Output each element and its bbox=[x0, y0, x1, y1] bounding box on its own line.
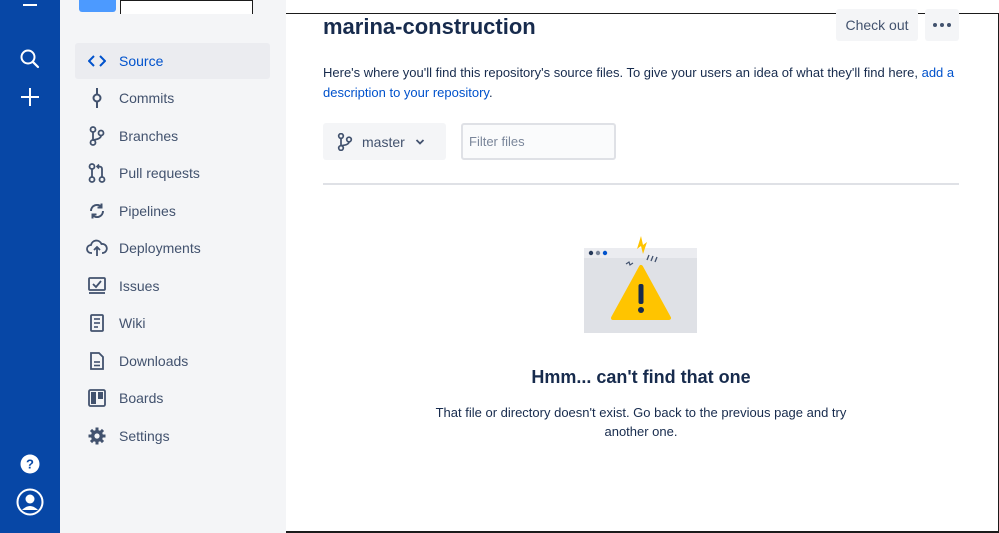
divider bbox=[323, 183, 959, 185]
profile-icon[interactable] bbox=[16, 488, 44, 516]
sidebar-item-branches[interactable]: Branches bbox=[75, 118, 270, 154]
sidebar-item-issues[interactable]: Issues bbox=[75, 268, 270, 304]
sidebar: Source Commits Branches Pull requests Pi… bbox=[60, 0, 286, 533]
sidebar-item-label: Wiki bbox=[119, 315, 146, 331]
help-icon[interactable]: ? bbox=[18, 452, 42, 476]
check-out-button[interactable]: Check out bbox=[836, 9, 918, 41]
sidebar-item-label: Deployments bbox=[119, 240, 201, 256]
sidebar-item-label: Settings bbox=[119, 428, 170, 444]
sidebar-item-label: Commits bbox=[119, 90, 175, 106]
description-end: . bbox=[488, 85, 493, 100]
menu-icon[interactable] bbox=[18, 0, 42, 16]
empty-state-message: That file or directory doesn't exist. Go… bbox=[435, 405, 847, 439]
boards-icon bbox=[75, 389, 119, 407]
sidebar-item-label: Downloads bbox=[119, 353, 189, 369]
cloud-upload-icon bbox=[75, 239, 119, 257]
sidebar-item-pull-requests[interactable]: Pull requests bbox=[75, 155, 270, 191]
filter-files-input[interactable] bbox=[461, 123, 616, 160]
pipelines-icon bbox=[75, 202, 119, 220]
issues-icon bbox=[75, 277, 119, 295]
sidebar-item-wiki[interactable]: Wiki bbox=[75, 305, 270, 341]
sidebar-item-label: Pipelines bbox=[119, 203, 176, 219]
window-tab bbox=[120, 0, 253, 14]
description-text: Here's where you'll find this repository… bbox=[323, 65, 922, 80]
warning-illustration-icon bbox=[584, 236, 697, 333]
main-content: marina-construction Check out Here's whe… bbox=[286, 0, 999, 533]
more-icon bbox=[933, 23, 937, 27]
branch-icon bbox=[337, 132, 353, 151]
repo-description: Here's where you'll find this repository… bbox=[323, 63, 963, 103]
sidebar-item-commits[interactable]: Commits bbox=[75, 80, 270, 116]
code-icon bbox=[75, 54, 119, 68]
plus-icon[interactable] bbox=[18, 85, 42, 109]
sidebar-item-deployments[interactable]: Deployments bbox=[75, 230, 270, 266]
commit-icon bbox=[75, 88, 119, 108]
svg-text:?: ? bbox=[26, 457, 34, 472]
sidebar-item-label: Pull requests bbox=[119, 165, 200, 181]
sidebar-item-label: Issues bbox=[119, 278, 160, 294]
sidebar-item-label: Source bbox=[119, 53, 164, 69]
downloads-icon bbox=[75, 352, 119, 370]
sidebar-item-settings[interactable]: Settings bbox=[75, 418, 270, 454]
sidebar-item-label: Boards bbox=[119, 390, 164, 406]
repo-avatar[interactable] bbox=[79, 0, 116, 12]
page-title: marina-construction bbox=[323, 14, 536, 39]
global-nav: ? bbox=[0, 0, 60, 533]
pull-request-icon bbox=[75, 163, 119, 183]
sidebar-item-downloads[interactable]: Downloads bbox=[75, 343, 270, 379]
branch-selector[interactable]: master bbox=[323, 123, 446, 160]
sidebar-item-source[interactable]: Source bbox=[75, 43, 270, 79]
more-actions-button[interactable] bbox=[925, 9, 959, 41]
branch-icon bbox=[75, 126, 119, 146]
wiki-icon bbox=[75, 314, 119, 332]
empty-state-title: Hmm... can't find that one bbox=[531, 367, 751, 387]
sidebar-item-label: Branches bbox=[119, 128, 179, 144]
chevron-down-icon bbox=[415, 138, 425, 146]
sidebar-item-pipelines[interactable]: Pipelines bbox=[75, 193, 270, 229]
sidebar-item-boards[interactable]: Boards bbox=[75, 380, 270, 416]
branch-label: master bbox=[362, 133, 405, 150]
search-icon[interactable] bbox=[18, 47, 42, 71]
gear-icon bbox=[75, 427, 119, 445]
